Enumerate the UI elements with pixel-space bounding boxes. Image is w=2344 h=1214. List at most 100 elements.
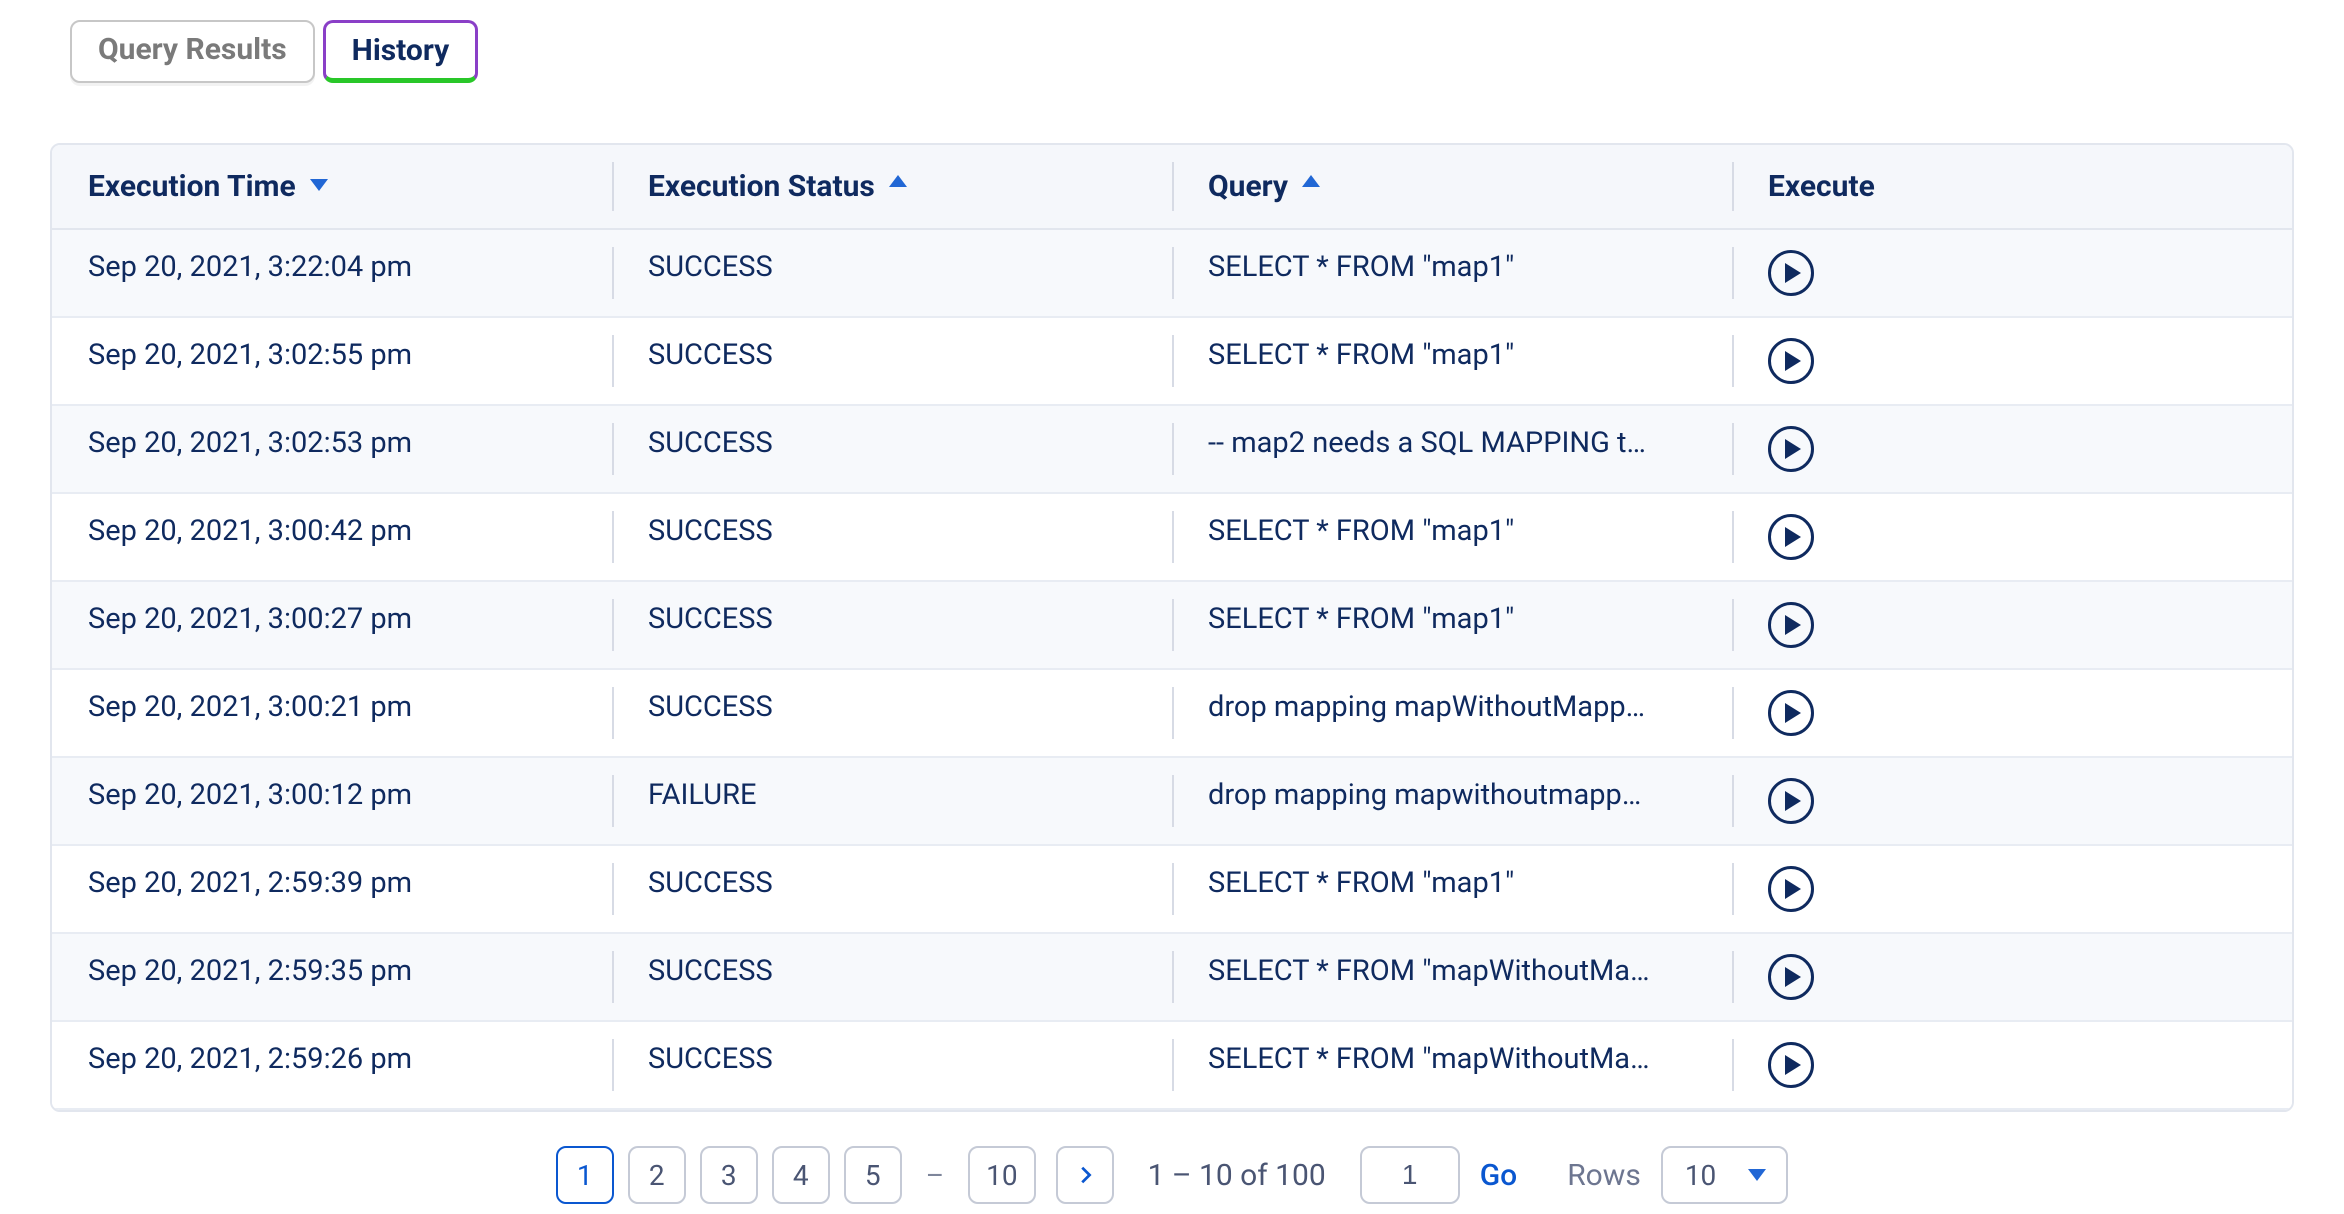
page-button[interactable]: 3 <box>700 1146 758 1204</box>
cell-query: drop mapping mapwithoutmapp… <box>1172 758 1732 844</box>
cell-execution-status: FAILURE <box>612 758 1172 844</box>
column-header-query[interactable]: Query <box>1172 145 1732 228</box>
execute-button[interactable] <box>1768 954 1814 1000</box>
cell-execution-time: Sep 20, 2021, 3:00:21 pm <box>52 670 612 756</box>
cell-execution-status: SUCCESS <box>612 318 1172 404</box>
cell-query: SELECT * FROM "mapWithoutMa… <box>1172 934 1732 1020</box>
cell-execution-time: Sep 20, 2021, 3:00:42 pm <box>52 494 612 580</box>
tab-history[interactable]: History <box>323 20 479 83</box>
execute-button[interactable] <box>1768 866 1814 912</box>
play-icon <box>1785 263 1801 283</box>
cell-query: -- map2 needs a SQL MAPPING t… <box>1172 406 1732 492</box>
cell-execution-time: Sep 20, 2021, 2:59:35 pm <box>52 934 612 1020</box>
cell-execute <box>1732 230 2292 316</box>
execute-button[interactable] <box>1768 514 1814 560</box>
pagination-bar: 12345 – 10 1 – 10 of 100 Go Rows 10 <box>40 1112 2304 1214</box>
cell-execution-status: SUCCESS <box>612 670 1172 756</box>
tab-query-results[interactable]: Query Results <box>70 20 315 83</box>
table-row: Sep 20, 2021, 3:00:12 pmFAILUREdrop mapp… <box>52 758 2292 846</box>
play-icon <box>1785 967 1801 987</box>
pagination-go-input[interactable] <box>1360 1146 1460 1204</box>
cell-execution-status: SUCCESS <box>612 1022 1172 1108</box>
chevron-up-icon <box>1302 175 1320 187</box>
cell-execution-time: Sep 20, 2021, 3:22:04 pm <box>52 230 612 316</box>
cell-execute <box>1732 934 2292 1020</box>
execute-button[interactable] <box>1768 690 1814 736</box>
table-row: Sep 20, 2021, 3:22:04 pmSUCCESSSELECT * … <box>52 230 2292 318</box>
play-icon <box>1785 351 1801 371</box>
page-button[interactable]: 4 <box>772 1146 830 1204</box>
execute-button[interactable] <box>1768 602 1814 648</box>
table-row: Sep 20, 2021, 3:02:53 pmSUCCESS-- map2 n… <box>52 406 2292 494</box>
page-button[interactable]: 1 <box>556 1146 614 1204</box>
cell-execution-time: Sep 20, 2021, 3:00:12 pm <box>52 758 612 844</box>
column-header-label: Execute <box>1768 169 1875 204</box>
page-button-next[interactable] <box>1056 1146 1114 1204</box>
table-row: Sep 20, 2021, 3:00:42 pmSUCCESSSELECT * … <box>52 494 2292 582</box>
page-button[interactable]: 2 <box>628 1146 686 1204</box>
play-icon <box>1785 439 1801 459</box>
play-icon <box>1785 527 1801 547</box>
column-header-execute: Execute <box>1732 145 2292 228</box>
play-icon <box>1785 791 1801 811</box>
cell-execution-status: SUCCESS <box>612 582 1172 668</box>
execute-button[interactable] <box>1768 250 1814 296</box>
pagination-rows-label: Rows <box>1567 1158 1641 1193</box>
column-header-execution-status[interactable]: Execution Status <box>612 145 1172 228</box>
table-row: Sep 20, 2021, 3:00:21 pmSUCCESSdrop mapp… <box>52 670 2292 758</box>
history-table: Execution Time Execution Status Query Ex… <box>50 143 2294 1112</box>
cell-execute <box>1732 406 2292 492</box>
cell-execute <box>1732 758 2292 844</box>
cell-execute <box>1732 582 2292 668</box>
cell-query: SELECT * FROM "map1" <box>1172 494 1732 580</box>
pagination-rows-select[interactable]: 10 <box>1661 1146 1788 1204</box>
pagination-range-text: 1 – 10 of 100 <box>1134 1158 1340 1193</box>
page-button-last[interactable]: 10 <box>968 1146 1035 1204</box>
execute-button[interactable] <box>1768 426 1814 472</box>
cell-execution-status: SUCCESS <box>612 494 1172 580</box>
chevron-down-icon <box>1748 1169 1766 1181</box>
table-row: Sep 20, 2021, 3:00:27 pmSUCCESSSELECT * … <box>52 582 2292 670</box>
chevron-up-icon <box>889 175 907 187</box>
chevron-right-icon <box>1074 1164 1096 1186</box>
cell-query: SELECT * FROM "map1" <box>1172 846 1732 932</box>
cell-query: drop mapping mapWithoutMapp… <box>1172 670 1732 756</box>
play-icon <box>1785 1055 1801 1075</box>
cell-execute <box>1732 494 2292 580</box>
play-icon <box>1785 879 1801 899</box>
execute-button[interactable] <box>1768 1042 1814 1088</box>
tabs-bar: Query Results History <box>70 20 2304 83</box>
table-row: Sep 20, 2021, 2:59:39 pmSUCCESSSELECT * … <box>52 846 2292 934</box>
cell-query: SELECT * FROM "map1" <box>1172 318 1732 404</box>
page-button[interactable]: 5 <box>844 1146 902 1204</box>
table-row: Sep 20, 2021, 2:59:35 pmSUCCESSSELECT * … <box>52 934 2292 1022</box>
rows-select-value: 10 <box>1685 1159 1716 1192</box>
pagination-ellipsis: – <box>922 1159 948 1192</box>
table-row: Sep 20, 2021, 2:59:26 pmSUCCESSSELECT * … <box>52 1022 2292 1110</box>
column-header-label: Query <box>1208 169 1288 204</box>
cell-execute <box>1732 1022 2292 1108</box>
column-header-label: Execution Time <box>88 169 296 204</box>
column-header-label: Execution Status <box>648 169 875 204</box>
cell-query: SELECT * FROM "map1" <box>1172 230 1732 316</box>
cell-execution-time: Sep 20, 2021, 2:59:26 pm <box>52 1022 612 1108</box>
cell-execute <box>1732 318 2292 404</box>
column-header-execution-time[interactable]: Execution Time <box>52 145 612 228</box>
cell-execute <box>1732 670 2292 756</box>
cell-execute <box>1732 846 2292 932</box>
chevron-down-icon <box>310 179 328 191</box>
cell-execution-time: Sep 20, 2021, 3:02:55 pm <box>52 318 612 404</box>
page-buttons-group: 12345 <box>556 1146 902 1204</box>
table-body: Sep 20, 2021, 3:22:04 pmSUCCESSSELECT * … <box>52 230 2292 1110</box>
cell-execution-status: SUCCESS <box>612 934 1172 1020</box>
play-icon <box>1785 615 1801 635</box>
cell-execution-status: SUCCESS <box>612 230 1172 316</box>
cell-execution-time: Sep 20, 2021, 2:59:39 pm <box>52 846 612 932</box>
pagination-go-button[interactable]: Go <box>1480 1158 1517 1193</box>
cell-execution-status: SUCCESS <box>612 846 1172 932</box>
execute-button[interactable] <box>1768 778 1814 824</box>
table-header-row: Execution Time Execution Status Query Ex… <box>52 145 2292 230</box>
cell-execution-status: SUCCESS <box>612 406 1172 492</box>
execute-button[interactable] <box>1768 338 1814 384</box>
cell-query: SELECT * FROM "map1" <box>1172 582 1732 668</box>
